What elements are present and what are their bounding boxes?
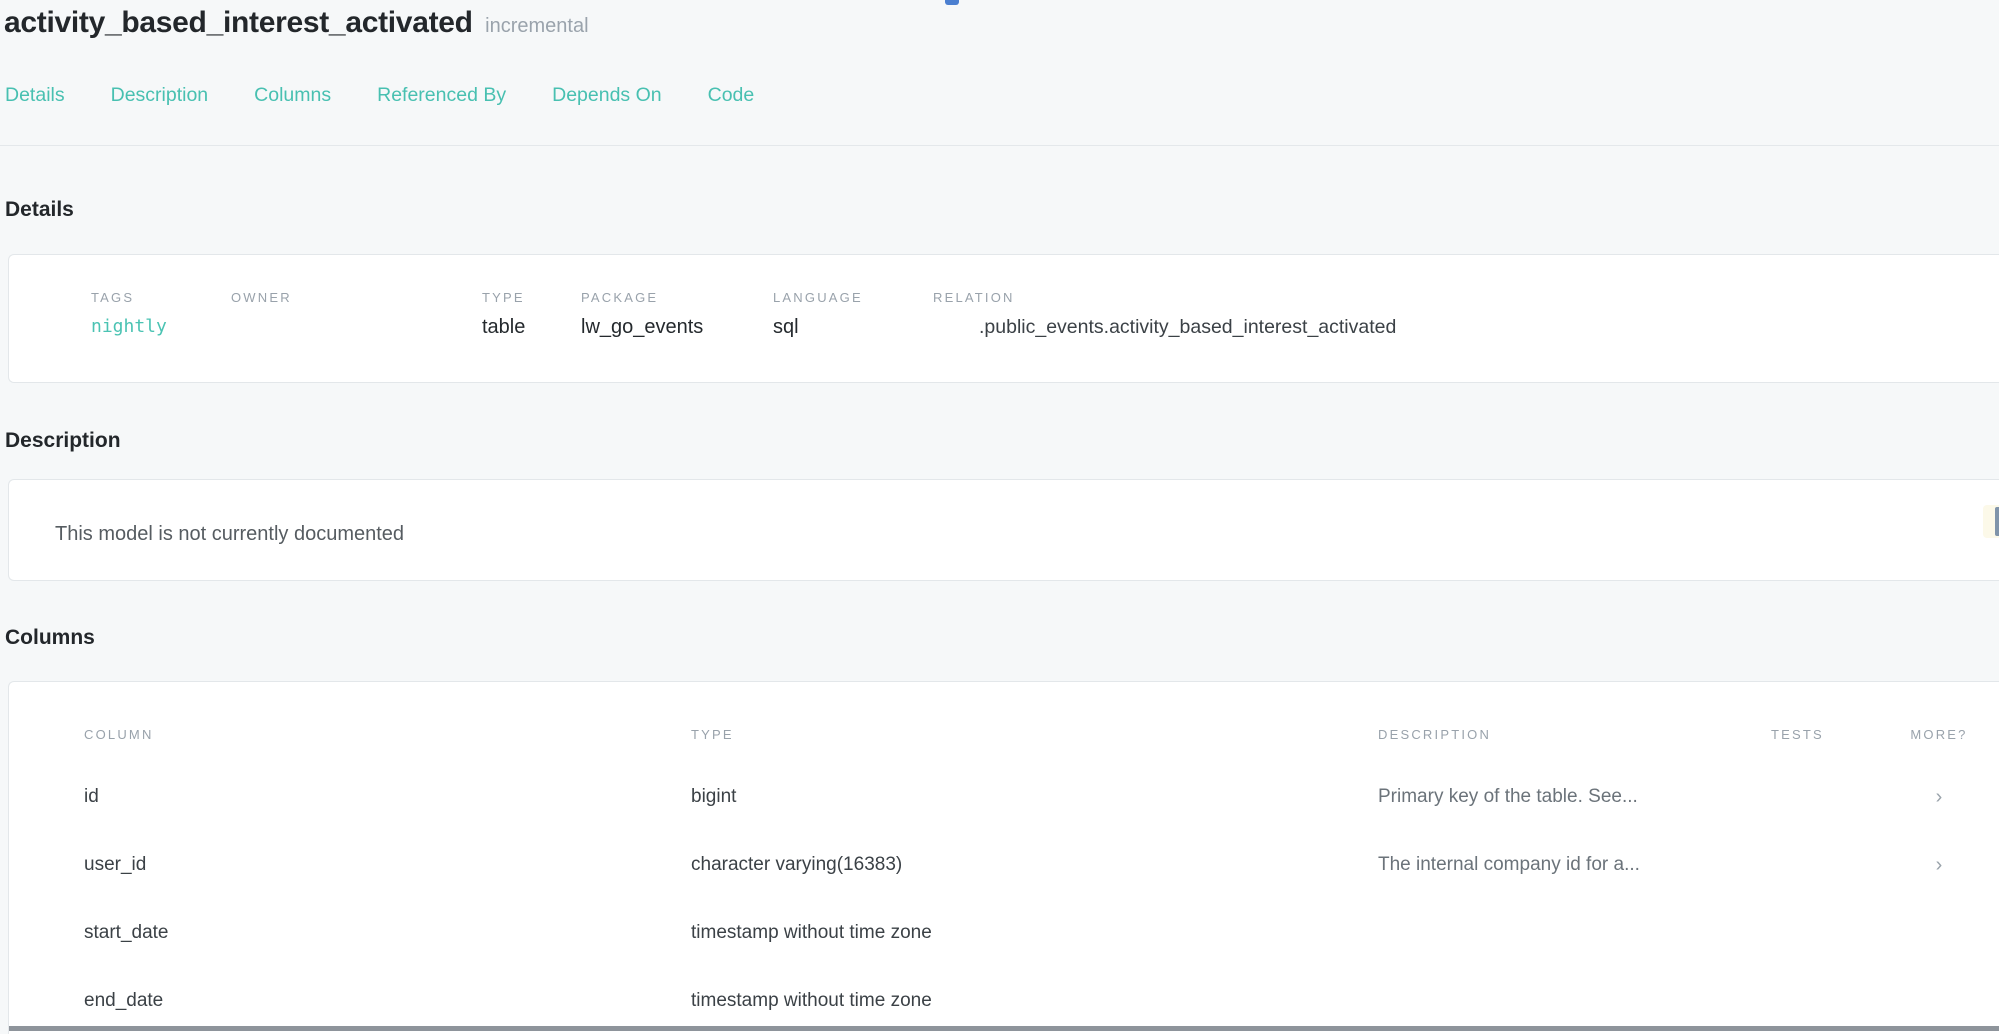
details-card: TAGS nightly OWNER TYPE table PACKAGE lw… (8, 254, 1999, 383)
column-type: bigint (691, 786, 1378, 808)
relation-label: RELATION (933, 290, 1999, 305)
nav-divider (0, 145, 1999, 146)
package-value: lw_go_events (581, 316, 773, 339)
cutoff-link-fragment (945, 0, 959, 5)
field-tags: TAGS nightly (91, 290, 231, 339)
header-type: TYPE (691, 727, 1378, 742)
viewport-bottom-edge (9, 1026, 1999, 1031)
nav-link-details[interactable]: Details (5, 84, 65, 107)
column-name[interactable]: start_date (84, 922, 691, 944)
column-type: character varying(16383) (691, 854, 1378, 876)
column-description: Primary key of the table. See... (1378, 786, 1771, 808)
column-type: timestamp without time zone (691, 990, 1378, 1012)
column-name[interactable]: end_date (84, 990, 691, 1012)
columns-table: COLUMN TYPE DESCRIPTION TESTS MORE? id b… (84, 727, 1999, 1034)
header-tests: TESTS (1771, 727, 1894, 742)
table-row[interactable]: user_id character varying(16383) The int… (84, 831, 1999, 899)
type-value: table (482, 316, 581, 339)
description-text: This model is not currently documented (55, 523, 1999, 546)
package-label: PACKAGE (581, 290, 773, 305)
field-relation: RELATION .public_events.activity_based_i… (933, 290, 1999, 339)
section-nav: Details Description Columns Referenced B… (0, 84, 1999, 107)
table-row[interactable]: start_date timestamp without time zone (84, 899, 1999, 967)
nav-link-code[interactable]: Code (708, 84, 755, 107)
column-description: The internal company id for a... (1378, 854, 1771, 876)
expand-chevron-icon[interactable]: › (1894, 786, 1984, 809)
description-heading: Description (0, 429, 1999, 453)
field-type: TYPE table (482, 290, 581, 339)
columns-card: COLUMN TYPE DESCRIPTION TESTS MORE? id b… (8, 681, 1999, 1034)
column-name[interactable]: user_id (84, 854, 691, 876)
description-card: This model is not currently documented (8, 479, 1999, 581)
materialization-badge: incremental (485, 15, 588, 38)
language-value: sql (773, 316, 933, 339)
column-type: timestamp without time zone (691, 922, 1378, 944)
language-label: LANGUAGE (773, 290, 933, 305)
header-description: DESCRIPTION (1378, 727, 1771, 742)
cutoff-edge-widget (1983, 505, 1999, 538)
table-row[interactable]: id bigint Primary key of the table. See.… (84, 763, 1999, 831)
nav-link-columns[interactable]: Columns (254, 84, 331, 107)
header-column: COLUMN (84, 727, 691, 742)
model-docs-page: activity_based_interest_activated increm… (0, 0, 1999, 1034)
relation-value: .public_events.activity_based_interest_a… (933, 316, 1999, 339)
details-heading: Details (0, 198, 1999, 222)
table-row[interactable]: end_date timestamp without time zone (84, 967, 1999, 1034)
page-header: activity_based_interest_activated increm… (0, 0, 1999, 40)
tags-value[interactable]: nightly (91, 316, 231, 337)
field-language: LANGUAGE sql (773, 290, 933, 339)
column-name[interactable]: id (84, 786, 691, 808)
cutoff-edge-bar (1995, 507, 1999, 536)
nav-link-description[interactable]: Description (111, 84, 209, 107)
field-owner: OWNER (231, 290, 482, 339)
page-title: activity_based_interest_activated (4, 6, 473, 40)
tags-label: TAGS (91, 290, 231, 305)
type-label: TYPE (482, 290, 581, 305)
columns-heading: Columns (0, 626, 1999, 650)
columns-table-header: COLUMN TYPE DESCRIPTION TESTS MORE? (84, 727, 1999, 763)
expand-chevron-icon[interactable]: › (1894, 854, 1984, 877)
nav-link-referenced-by[interactable]: Referenced By (377, 84, 506, 107)
owner-label: OWNER (231, 290, 482, 305)
field-package: PACKAGE lw_go_events (581, 290, 773, 339)
header-more: MORE? (1894, 727, 1984, 742)
nav-link-depends-on[interactable]: Depends On (552, 84, 662, 107)
details-fields: TAGS nightly OWNER TYPE table PACKAGE lw… (91, 290, 1999, 339)
